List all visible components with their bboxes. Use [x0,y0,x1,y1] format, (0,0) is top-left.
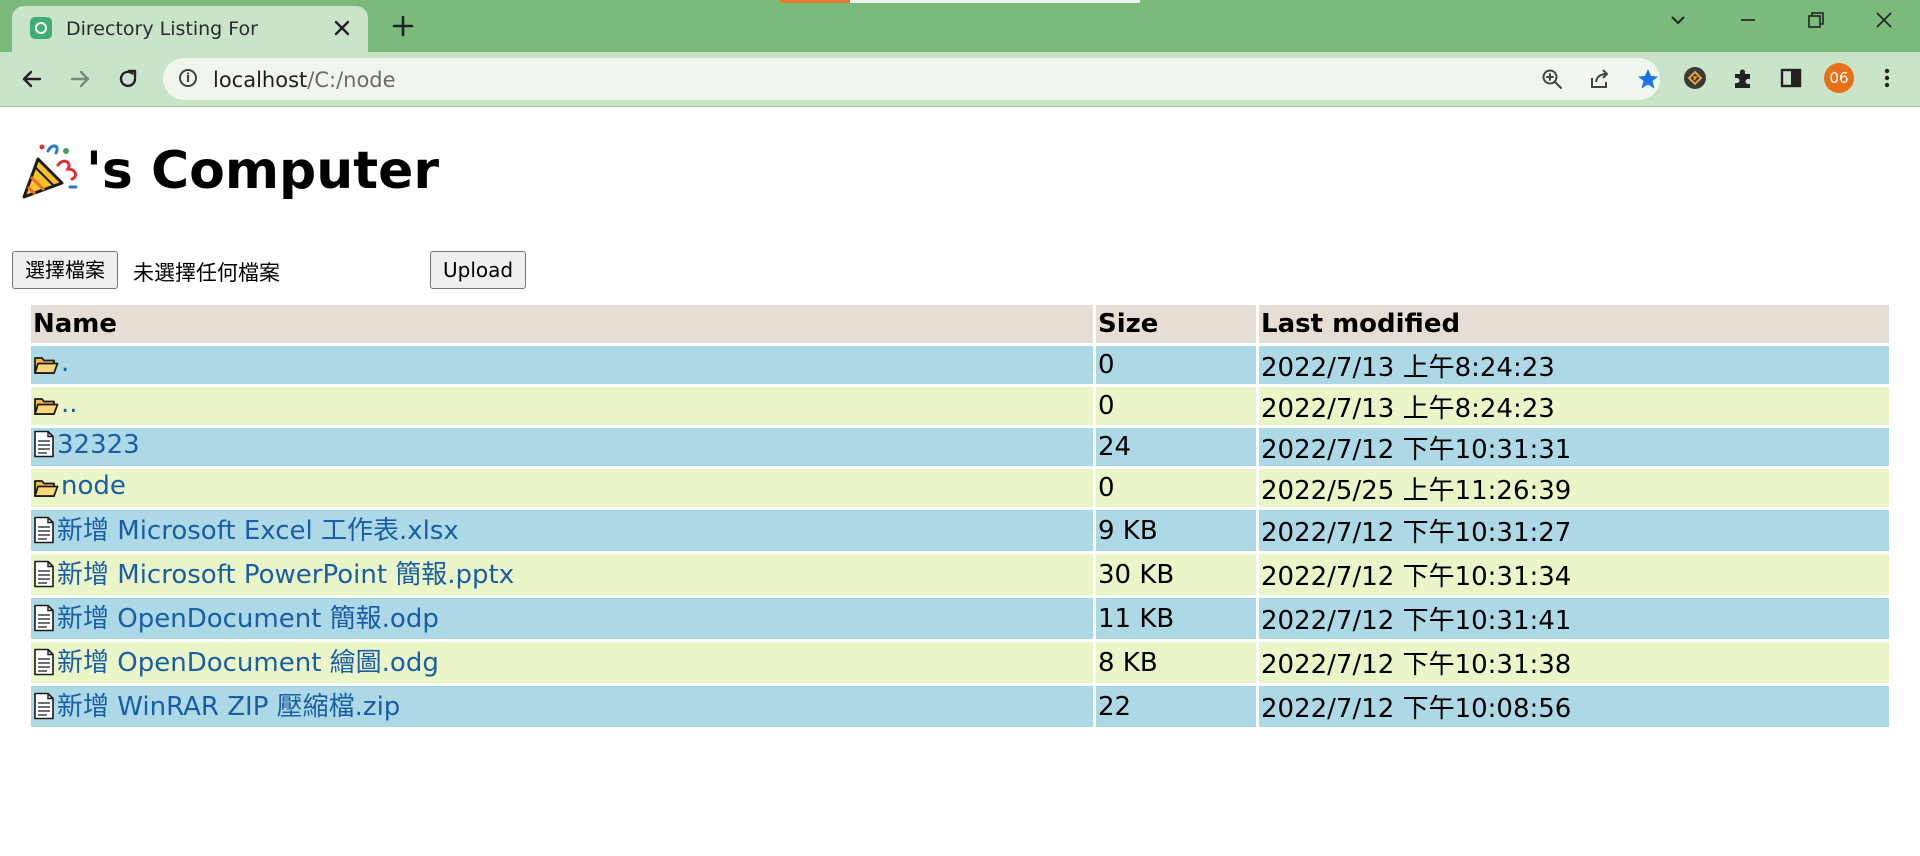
minimize-button[interactable] [1726,6,1770,40]
extension-icon[interactable] [1680,63,1710,93]
page-title: 's Computer [18,139,439,203]
cell-size: 24 [1096,428,1256,466]
cell-name: 32323 [31,428,1093,466]
cell-name: 新增 Microsoft PowerPoint 簡報.pptx [31,554,1093,595]
entry-link[interactable]: 新增 Microsoft PowerPoint 簡報.pptx [57,560,514,590]
restore-button[interactable] [1794,6,1838,40]
tab-title: Directory Listing For [66,18,258,40]
cell-size: 9 KB [1096,510,1256,551]
table-header-row: Name Size Last modified [31,305,1889,343]
forward-button[interactable] [63,62,97,96]
entry-link[interactable]: 新增 OpenDocument 簡報.odp [57,604,439,634]
folder-icon [33,476,59,506]
cell-name: node [31,469,1093,507]
close-window-button[interactable] [1862,6,1906,40]
cell-size: 8 KB [1096,642,1256,683]
file-icon [33,604,55,639]
cell-name: 新增 WinRAR ZIP 壓縮檔.zip [31,686,1093,727]
cell-modified: 2022/7/12 下午10:31:34 [1259,554,1889,595]
cell-size: 0 [1096,346,1256,384]
folder-icon [33,394,59,424]
table-row: 新增 WinRAR ZIP 壓縮檔.zip 22 2022/7/12 下午10:08… [31,686,1889,727]
cell-size: 22 [1096,686,1256,727]
table-row: 新增 Microsoft PowerPoint 簡報.pptx 30 KB 2022… [31,554,1889,595]
no-file-chosen-text: 未選擇任何檔案 [133,261,280,285]
entry-link[interactable]: 32323 [57,430,140,460]
choose-file-button[interactable]: 選擇檔案 [12,251,118,289]
profile-avatar[interactable]: 06 [1824,63,1854,93]
bookmark-star-icon[interactable] [1635,66,1661,92]
back-button[interactable] [15,62,49,96]
zoom-icon[interactable] [1539,66,1565,92]
reload-button[interactable] [111,62,145,96]
loading-indicator [780,0,1140,3]
close-tab-icon[interactable] [328,14,356,42]
file-icon [33,560,55,595]
table-row: . 0 2022/7/13 上午8:24:23 [31,346,1889,384]
site-info-icon[interactable]: i [179,69,197,87]
cell-modified: 2022/7/13 上午8:24:23 [1259,387,1889,425]
table-row: 新增 OpenDocument 繪圖.odg 8 KB 2022/7/12 下午10… [31,642,1889,683]
entry-link[interactable]: node [61,471,126,501]
extensions-puzzle-icon[interactable] [1728,63,1758,93]
cell-modified: 2022/7/12 下午10:31:27 [1259,510,1889,551]
cell-size: 0 [1096,387,1256,425]
party-popper-icon [18,139,82,203]
table-row: .. 0 2022/7/13 上午8:24:23 [31,387,1889,425]
share-icon[interactable] [1587,66,1613,92]
app-favicon-icon [30,17,52,39]
cell-modified: 2022/5/25 上午11:26:39 [1259,469,1889,507]
table-row: 32323 24 2022/7/12 下午10:31:31 [31,428,1889,466]
cell-modified: 2022/7/13 上午8:24:23 [1259,346,1889,384]
directory-table: Name Size Last modified . 0 2022/7/13 上午8:… [28,302,1892,730]
cell-modified: 2022/7/12 下午10:08:56 [1259,686,1889,727]
file-icon [33,516,55,551]
entry-link[interactable]: .. [61,389,78,419]
more-menu-icon[interactable] [1872,63,1902,93]
cell-name: .. [31,387,1093,425]
cell-modified: 2022/7/12 下午10:31:31 [1259,428,1889,466]
cell-size: 11 KB [1096,598,1256,639]
cell-name: 新增 OpenDocument 簡報.odp [31,598,1093,639]
entry-link[interactable]: 新增 Microsoft Excel 工作表.xlsx [57,516,459,546]
cell-size: 30 KB [1096,554,1256,595]
cell-modified: 2022/7/12 下午10:31:41 [1259,598,1889,639]
column-header-modified[interactable]: Last modified [1259,305,1889,343]
url-text[interactable]: localhost/C:/node [213,68,396,92]
entry-link[interactable]: 新增 OpenDocument 繪圖.odg [57,648,439,678]
file-icon [33,648,55,683]
tab-search-chevron-icon[interactable] [1656,6,1700,40]
browser-toolbar: i localhost/C:/node [0,52,1920,107]
entry-link[interactable]: . [61,348,69,378]
cell-name: 新增 Microsoft Excel 工作表.xlsx [31,510,1093,551]
upload-button[interactable]: Upload [430,251,527,289]
address-bar[interactable]: i localhost/C:/node [163,58,1660,100]
new-tab-button[interactable] [386,9,420,43]
file-icon [33,430,55,465]
cell-name: 新增 OpenDocument 繪圖.odg [31,642,1093,683]
table-row: 新增 Microsoft Excel 工作表.xlsx 9 KB 2022/7/12… [31,510,1889,551]
cell-name: . [31,346,1093,384]
table-row: 新增 OpenDocument 簡報.odp 11 KB 2022/7/12 下午1… [31,598,1889,639]
column-header-name[interactable]: Name [31,305,1093,343]
cell-size: 0 [1096,469,1256,507]
cell-modified: 2022/7/12 下午10:31:38 [1259,642,1889,683]
active-tab[interactable]: Directory Listing For [12,6,368,52]
column-header-size[interactable]: Size [1096,305,1256,343]
tab-strip: Directory Listing For [0,0,1920,52]
folder-icon [33,353,59,383]
file-icon [33,692,55,727]
entry-link[interactable]: 新增 WinRAR ZIP 壓縮檔.zip [57,692,400,722]
table-row: node 0 2022/5/25 上午11:26:39 [31,469,1889,507]
page-heading: 's Computer [86,141,440,201]
side-panel-icon[interactable] [1776,63,1806,93]
